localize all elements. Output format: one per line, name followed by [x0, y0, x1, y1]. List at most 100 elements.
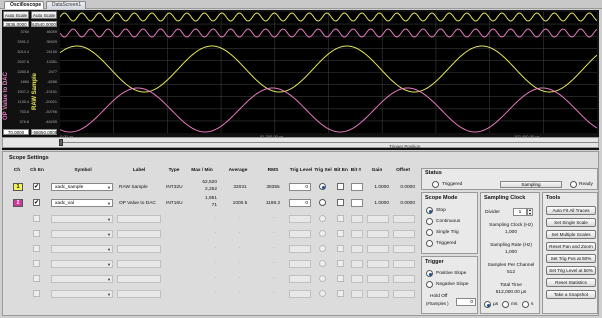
- label-input[interactable]: [117, 260, 161, 268]
- trig-sel-radio[interactable]: [319, 183, 326, 190]
- bit-num-input[interactable]: [351, 199, 363, 207]
- tab-datascreen1[interactable]: DataScreen1: [46, 1, 86, 9]
- left-max-input[interactable]: 3836.0000: [3, 21, 29, 27]
- trigger-position-slider[interactable]: Trigger Position: [2, 137, 599, 149]
- channel-enable-checkbox[interactable]: ✔: [33, 183, 40, 190]
- channel-enable-checkbox[interactable]: [33, 275, 40, 282]
- bit-num-input[interactable]: [351, 260, 363, 268]
- trig-level-input[interactable]: [289, 230, 311, 238]
- gain-input[interactable]: [367, 260, 389, 268]
- auto-scale-left-button[interactable]: Auto Scale: [3, 11, 29, 19]
- gain-input[interactable]: [367, 215, 389, 223]
- set-trig-level-50-button[interactable]: Set Trig Level at 50%: [546, 266, 596, 275]
- symbol-select[interactable]: ▼: [51, 230, 113, 238]
- divider-spinner[interactable]: ▲ ▼: [527, 208, 533, 216]
- positive-slope-radio[interactable]: [426, 270, 433, 277]
- sampling-rate-value: 1,000: [504, 250, 517, 255]
- bit-en-checkbox[interactable]: [337, 230, 344, 237]
- offset-input[interactable]: [393, 230, 415, 238]
- bit-en-checkbox[interactable]: [337, 199, 344, 206]
- offset-input[interactable]: [393, 245, 415, 253]
- trig-sel-radio[interactable]: [319, 230, 326, 237]
- gain-input[interactable]: [367, 245, 389, 253]
- waveform-plot[interactable]: [59, 12, 598, 133]
- label-input[interactable]: [117, 275, 161, 283]
- trig-level-input[interactable]: 0: [289, 199, 311, 207]
- offset-input[interactable]: [393, 260, 415, 268]
- channel-enable-checkbox[interactable]: [33, 245, 40, 252]
- unit-s-radio[interactable]: [522, 301, 529, 308]
- symbol-select[interactable]: xadc_val ▼: [51, 199, 113, 207]
- trig-sel-radio[interactable]: [319, 199, 326, 206]
- bit-en-checkbox[interactable]: [337, 260, 344, 267]
- trig-sel-radio[interactable]: [319, 260, 326, 267]
- take-snapshot-button[interactable]: Take a Snapshot: [546, 290, 596, 299]
- trig-sel-radio[interactable]: [319, 290, 326, 297]
- symbol-select[interactable]: ▼: [51, 275, 113, 283]
- trig-level-input[interactable]: [289, 275, 311, 283]
- tab-oscilloscope[interactable]: Oscilloscope: [4, 1, 44, 9]
- dropdown-arrow-icon: ▼: [107, 217, 111, 222]
- trig-sel-radio[interactable]: [319, 245, 326, 252]
- channel-enable-checkbox[interactable]: [33, 230, 40, 237]
- symbol-select[interactable]: ▼: [51, 290, 113, 298]
- trig-level-input[interactable]: [289, 260, 311, 268]
- bit-num-input[interactable]: [351, 290, 363, 298]
- bit-en-checkbox[interactable]: [337, 183, 344, 190]
- right-max-input[interactable]: 62540.0000: [31, 21, 57, 27]
- gain-input[interactable]: [367, 230, 389, 238]
- set-multiple-scales-button[interactable]: Set Multiple Scales: [546, 230, 596, 239]
- bit-en-checkbox[interactable]: [337, 245, 344, 252]
- divider-input[interactable]: 1: [513, 208, 527, 216]
- bit-en-checkbox[interactable]: [337, 290, 344, 297]
- auto-fit-all-traces-button[interactable]: Auto Fit All Traces: [546, 206, 596, 215]
- label-input[interactable]: [117, 290, 161, 298]
- set-trig-pos-50-button[interactable]: Set Trig Pos at 50%: [546, 254, 596, 263]
- gain-input[interactable]: [367, 290, 389, 298]
- bit-num-input[interactable]: [351, 230, 363, 238]
- trig-level-input[interactable]: 0: [289, 183, 311, 191]
- right-min-input[interactable]: -58050.0000: [31, 129, 57, 135]
- mode-single-trig-radio[interactable]: [426, 229, 433, 236]
- trig-level-input[interactable]: [289, 245, 311, 253]
- trig-level-input[interactable]: [289, 215, 311, 223]
- dropdown-arrow-icon: ▼: [107, 185, 111, 190]
- reset-statistics-button[interactable]: Reset Statistics: [546, 278, 596, 287]
- symbol-select[interactable]: ▼: [51, 245, 113, 253]
- gain-input[interactable]: [367, 275, 389, 283]
- hold-off-input[interactable]: 0: [456, 298, 476, 306]
- label-input[interactable]: [117, 215, 161, 223]
- channel-enable-checkbox[interactable]: [33, 215, 40, 222]
- trig-sel-radio[interactable]: [319, 215, 326, 222]
- bit-en-checkbox[interactable]: [337, 215, 344, 222]
- bit-num-input[interactable]: [351, 275, 363, 283]
- label-input[interactable]: [117, 245, 161, 253]
- symbol-select[interactable]: ▼: [51, 215, 113, 223]
- mode-triggered-radio[interactable]: [426, 240, 433, 247]
- auto-scale-right-button[interactable]: Auto Scale: [31, 11, 57, 19]
- trig-level-input[interactable]: [289, 290, 311, 298]
- set-single-scale-button[interactable]: Set Single Scale: [546, 218, 596, 227]
- bit-num-input[interactable]: [351, 245, 363, 253]
- total-time-value: 512,000.00 µs: [495, 290, 527, 295]
- unit-ms-radio[interactable]: [502, 301, 509, 308]
- symbol-select[interactable]: xadc_sample ▼: [51, 183, 113, 191]
- mode-continuous-radio[interactable]: [426, 218, 433, 225]
- channel-enable-checkbox[interactable]: [33, 290, 40, 297]
- offset-input[interactable]: [393, 215, 415, 223]
- bit-num-input[interactable]: [351, 215, 363, 223]
- channel-enable-checkbox[interactable]: ✔: [33, 199, 40, 206]
- label-input[interactable]: [117, 230, 161, 238]
- reset-pan-zoom-button[interactable]: Reset Pan and Zoom: [546, 242, 596, 251]
- mode-stop-radio[interactable]: [426, 207, 433, 214]
- offset-input[interactable]: [393, 275, 415, 283]
- left-min-input[interactable]: 70.0000: [3, 129, 29, 135]
- bit-en-checkbox[interactable]: [337, 275, 344, 282]
- symbol-select[interactable]: ▼: [51, 260, 113, 268]
- trig-sel-radio[interactable]: [319, 275, 326, 282]
- bit-num-input[interactable]: [351, 183, 363, 191]
- channel-enable-checkbox[interactable]: [33, 260, 40, 267]
- negative-slope-radio[interactable]: [426, 281, 433, 288]
- offset-input[interactable]: [393, 290, 415, 298]
- unit-us-radio[interactable]: [484, 301, 491, 308]
